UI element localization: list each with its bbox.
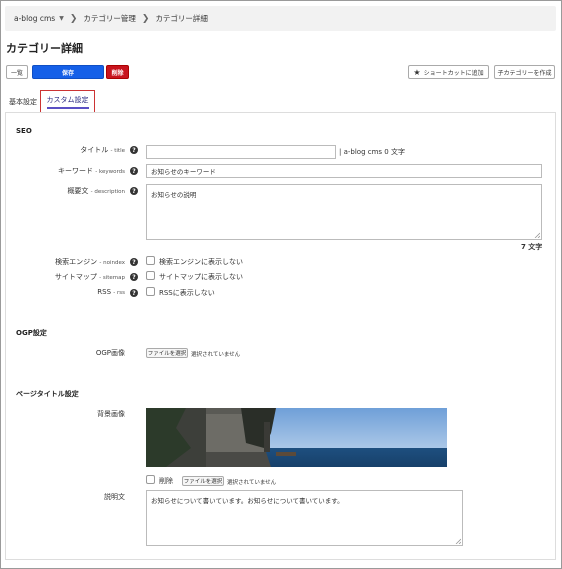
resize-grip-icon[interactable] — [534, 232, 540, 238]
chevron-right-icon: ❯ — [69, 13, 78, 24]
create-child-category-button[interactable]: 子カテゴリーを作成 — [494, 65, 555, 79]
page-title-settings-heading: ページタイトル設定 — [16, 390, 79, 398]
breadcrumb: a-blog cms ▼ ❯ カテゴリー管理 ❯ カテゴリー詳細 — [5, 6, 556, 31]
page-title-description-text: お知らせについて書いています。お知らせについて書いています。 — [151, 497, 344, 505]
tab-basic[interactable]: 基本設定 — [9, 97, 37, 107]
noindex-option-label[interactable]: 検索エンジンに表示しない — [159, 257, 243, 267]
page-title: カテゴリー詳細 — [6, 42, 83, 55]
description-textarea[interactable]: お知らせの説明 — [146, 184, 542, 240]
breadcrumb-home[interactable]: a-blog cms — [14, 14, 55, 23]
tab-custom[interactable]: カスタム設定 — [40, 90, 95, 112]
bg-image-label: 背景画像 — [97, 410, 125, 418]
rss-option-label[interactable]: RSSに表示しない — [159, 288, 215, 298]
description-text-label: 説明文 — [104, 493, 125, 501]
tab-custom-label: カスタム設定 — [46, 95, 89, 109]
sitemap-option-label[interactable]: サイトマップに表示しない — [159, 272, 243, 282]
breadcrumb-current: カテゴリー詳細 — [155, 14, 208, 23]
rss-checkbox[interactable] — [146, 287, 155, 296]
title-input[interactable] — [146, 145, 336, 159]
page-title-description-textarea[interactable]: お知らせについて書いています。お知らせについて書いています。 — [146, 490, 463, 546]
help-icon[interactable]: ? — [130, 273, 138, 281]
bg-delete-label[interactable]: 削除 — [159, 476, 173, 486]
chevron-right-icon: ❯ — [141, 13, 150, 24]
sitemap-label: サイトマップ - sitemap — [54, 273, 125, 281]
ogp-heading: OGP設定 — [16, 329, 47, 337]
add-shortcut-button[interactable]: ★ ショートカットに追加 — [408, 65, 489, 79]
help-icon[interactable]: ? — [130, 289, 138, 297]
bg-file-button[interactable]: ファイルを選択 — [182, 476, 224, 486]
sitemap-checkbox[interactable] — [146, 271, 155, 280]
noindex-label: 検索エンジン - noindex — [55, 258, 125, 266]
keywords-label: キーワード - keywords — [58, 167, 125, 175]
add-shortcut-label: ショートカットに追加 — [423, 69, 484, 77]
description-label: 概要文 - description — [67, 187, 125, 195]
seaside-photo — [146, 408, 447, 467]
noindex-checkbox[interactable] — [146, 256, 155, 265]
list-button[interactable]: 一覧 — [6, 65, 28, 79]
help-icon[interactable]: ? — [130, 258, 138, 266]
description-text: お知らせの説明 — [151, 191, 197, 199]
bg-file-status: 選択されていません — [227, 480, 277, 486]
help-icon[interactable]: ? — [130, 167, 138, 175]
save-button[interactable]: 保存 — [32, 65, 104, 79]
star-icon: ★ — [413, 67, 421, 77]
ogp-file-button[interactable]: ファイルを選択 — [146, 348, 188, 358]
bg-delete-checkbox[interactable] — [146, 475, 155, 484]
background-image-preview — [146, 408, 447, 467]
title-char-count: | a-blog cms 0 文字 — [339, 148, 405, 156]
help-icon[interactable]: ? — [130, 187, 138, 195]
rss-label: RSS - rss — [97, 288, 125, 296]
delete-button[interactable]: 削除 — [106, 65, 129, 79]
caret-down-icon[interactable]: ▼ — [59, 15, 64, 22]
keywords-input[interactable]: お知らせのキーワード — [146, 164, 542, 178]
ogp-image-label: OGP画像 — [95, 349, 125, 357]
description-char-count: 7 文字 — [521, 243, 543, 251]
breadcrumb-category-admin[interactable]: カテゴリー管理 — [83, 13, 136, 24]
help-icon[interactable]: ? — [130, 146, 138, 154]
resize-grip-icon[interactable] — [455, 538, 461, 544]
ogp-file-status: 選択されていません — [191, 352, 241, 358]
seo-heading: SEO — [16, 127, 32, 135]
title-label: タイトル - title — [80, 146, 125, 154]
